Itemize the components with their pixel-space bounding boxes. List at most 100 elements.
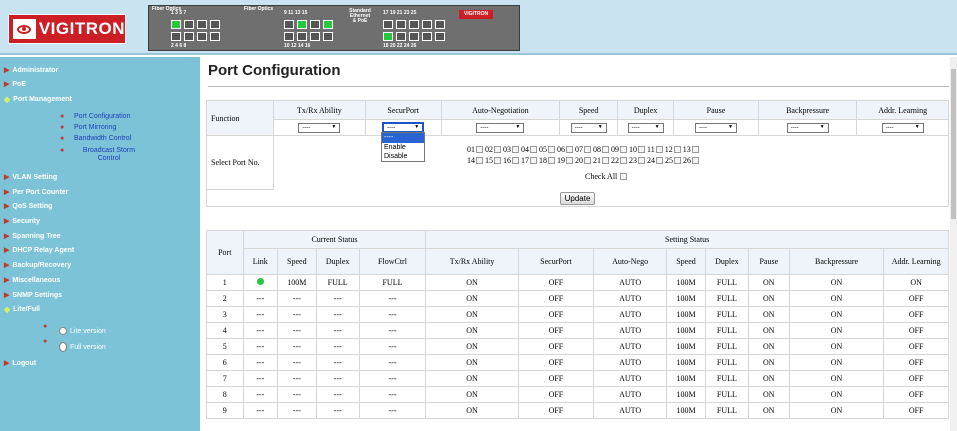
port-checkbox[interactable] xyxy=(656,157,664,165)
port-checkbox[interactable] xyxy=(566,146,574,154)
cell-sduplex: FULL xyxy=(704,274,749,291)
port-numbers-top: 17 19 21 23 25 xyxy=(383,10,417,16)
cell-txrx: ON xyxy=(425,370,519,387)
port-checkbox[interactable] xyxy=(494,146,502,154)
port-number-label: 20 xyxy=(575,155,584,165)
port-checkbox[interactable] xyxy=(566,157,574,165)
full-version-radio[interactable] xyxy=(59,342,67,352)
dropdown-option[interactable]: ---- xyxy=(382,133,424,143)
subitem-port-configuration[interactable]: ● Port Configuration xyxy=(60,113,130,121)
sidebar-item-vlan-setting[interactable]: ▶ VLAN Setting xyxy=(4,173,57,182)
port-checkbox[interactable] xyxy=(476,146,484,154)
addr-learning-select[interactable]: ---- ▼ xyxy=(881,122,924,133)
sidebar-item-miscellaneous[interactable]: ▶ Miscellaneous xyxy=(4,276,60,285)
port-checkbox[interactable] xyxy=(530,157,538,165)
col-duplex: Duplex xyxy=(315,248,360,275)
cell-link: --- xyxy=(242,370,278,387)
port-numbers-bottom: 2 4 6 8 xyxy=(171,43,187,49)
cell-pause: ON xyxy=(747,370,790,387)
sidebar-item-per-port-counter[interactable]: ▶ Per Port Counter xyxy=(4,188,68,197)
port-led xyxy=(383,20,393,29)
port-checkbox[interactable] xyxy=(620,146,628,154)
sidebar-item-port-management[interactable]: ◆ Port Management xyxy=(4,95,72,104)
port-number-label: 06 xyxy=(557,144,566,154)
chevron-down-icon: ▼ xyxy=(414,125,420,130)
subitem-broadcast-storm-control[interactable]: ● Broadcast Storm Control xyxy=(60,147,144,163)
vertical-scrollbar[interactable] xyxy=(950,57,957,431)
cell-sduplex: FULL xyxy=(704,370,749,387)
sidebar-item-backup-recovery[interactable]: ▶ Backup/Recovery xyxy=(4,261,71,270)
cell-pause: ON xyxy=(747,322,790,339)
scrollbar-thumb[interactable] xyxy=(951,69,956,219)
port-checkbox[interactable] xyxy=(584,146,592,154)
port-checkbox[interactable] xyxy=(602,146,610,154)
dropdown-option[interactable]: Disable xyxy=(382,152,424,162)
chevron-down-icon: ▼ xyxy=(654,125,660,131)
port-checkbox[interactable] xyxy=(584,157,592,165)
port-checkbox[interactable] xyxy=(512,157,520,165)
chevron-right-icon: ▶ xyxy=(4,262,10,269)
port-checkbox[interactable] xyxy=(638,157,646,165)
port-checkbox[interactable] xyxy=(674,157,682,165)
txrx-select[interactable]: ---- ▼ xyxy=(298,122,341,133)
update-button[interactable]: Update xyxy=(559,191,596,205)
subitem-port-mirroring[interactable]: ● Port Mirroring xyxy=(60,124,116,132)
cell-pause: ON xyxy=(747,338,790,355)
dropdown-option[interactable]: Enable xyxy=(382,143,424,153)
port-checkbox[interactable] xyxy=(638,146,646,154)
port-numbers-top: 1 3 5 7 xyxy=(171,10,187,16)
bullet-icon: ● xyxy=(43,338,48,345)
port-checkbox[interactable] xyxy=(548,146,556,154)
port-checkbox[interactable] xyxy=(673,146,681,154)
sidebar-item-administrator[interactable]: ▶ Administrator xyxy=(4,66,58,75)
header-addr-learning: Addr. Learning xyxy=(856,100,949,120)
port-led xyxy=(210,32,220,41)
port-checkbox[interactable] xyxy=(494,157,502,165)
auto-negotiation-select[interactable]: ---- ▼ xyxy=(476,122,525,133)
cell-pause: ON xyxy=(747,402,790,419)
port-checkbox[interactable] xyxy=(512,146,520,154)
lite-version-radio[interactable] xyxy=(59,327,67,335)
cell-back: ON xyxy=(788,370,885,387)
sidebar-item-logout[interactable]: ▶ Logout xyxy=(4,359,36,368)
sidebar-item-lite-full[interactable]: ◆ Lite/Full xyxy=(4,305,40,314)
sidebar-item-qos-setting[interactable]: ▶ QoS Setting xyxy=(4,202,52,211)
port-checkbox[interactable] xyxy=(602,157,610,165)
port-led xyxy=(396,32,406,41)
port-checkbox[interactable] xyxy=(691,146,699,154)
cell-txrx: ON xyxy=(425,338,519,355)
port-led xyxy=(297,32,307,41)
sidebar-item-snmp-settings[interactable]: ▶ SNMP Settings xyxy=(4,291,62,300)
cell-port: 4 xyxy=(206,322,244,339)
port-led xyxy=(184,20,194,29)
port-checkbox[interactable] xyxy=(620,157,628,165)
speed-select[interactable]: ---- ▼ xyxy=(570,122,607,133)
backpressure-select[interactable]: ---- ▼ xyxy=(786,122,829,133)
port-checkbox[interactable] xyxy=(548,157,556,165)
sidebar-item-dhcp-relay-agent[interactable]: ▶ DHCP Relay Agent xyxy=(4,246,74,255)
port-number-label: 03 xyxy=(503,144,512,154)
cell-nego: AUTO xyxy=(593,274,668,291)
pause-select[interactable]: ---- ▼ xyxy=(695,122,737,133)
subitem-bandwidth-control[interactable]: ● Bandwidth Control xyxy=(60,135,131,143)
check-all-option[interactable]: Check All xyxy=(467,171,948,182)
col-pause: Pause xyxy=(747,248,790,275)
check-all-checkbox[interactable] xyxy=(620,173,628,181)
cell-port: 6 xyxy=(206,354,244,371)
sidebar-item-security[interactable]: ▶ Security xyxy=(4,217,40,226)
port-checkbox[interactable] xyxy=(692,157,700,165)
port-number-label: 02 xyxy=(485,144,494,154)
cell-link: --- xyxy=(242,306,278,323)
port-number-label: 11 xyxy=(647,144,655,154)
sidebar-item-spanning-tree[interactable]: ▶ Spanning Tree xyxy=(4,232,61,241)
sidebar-item-poe[interactable]: ▶ PoE xyxy=(4,80,26,89)
lite-version-option[interactable]: ● Lite version xyxy=(43,323,106,335)
cell-txrx: ON xyxy=(425,322,519,339)
port-checkbox[interactable] xyxy=(530,146,538,154)
full-version-option[interactable]: ● Full version xyxy=(43,338,106,352)
port-checkbox[interactable] xyxy=(476,157,484,165)
cell-back: ON xyxy=(788,290,885,307)
cell-flow: FULL xyxy=(358,274,427,291)
duplex-select[interactable]: ---- ▼ xyxy=(627,122,664,133)
port-checkbox[interactable] xyxy=(655,146,663,154)
